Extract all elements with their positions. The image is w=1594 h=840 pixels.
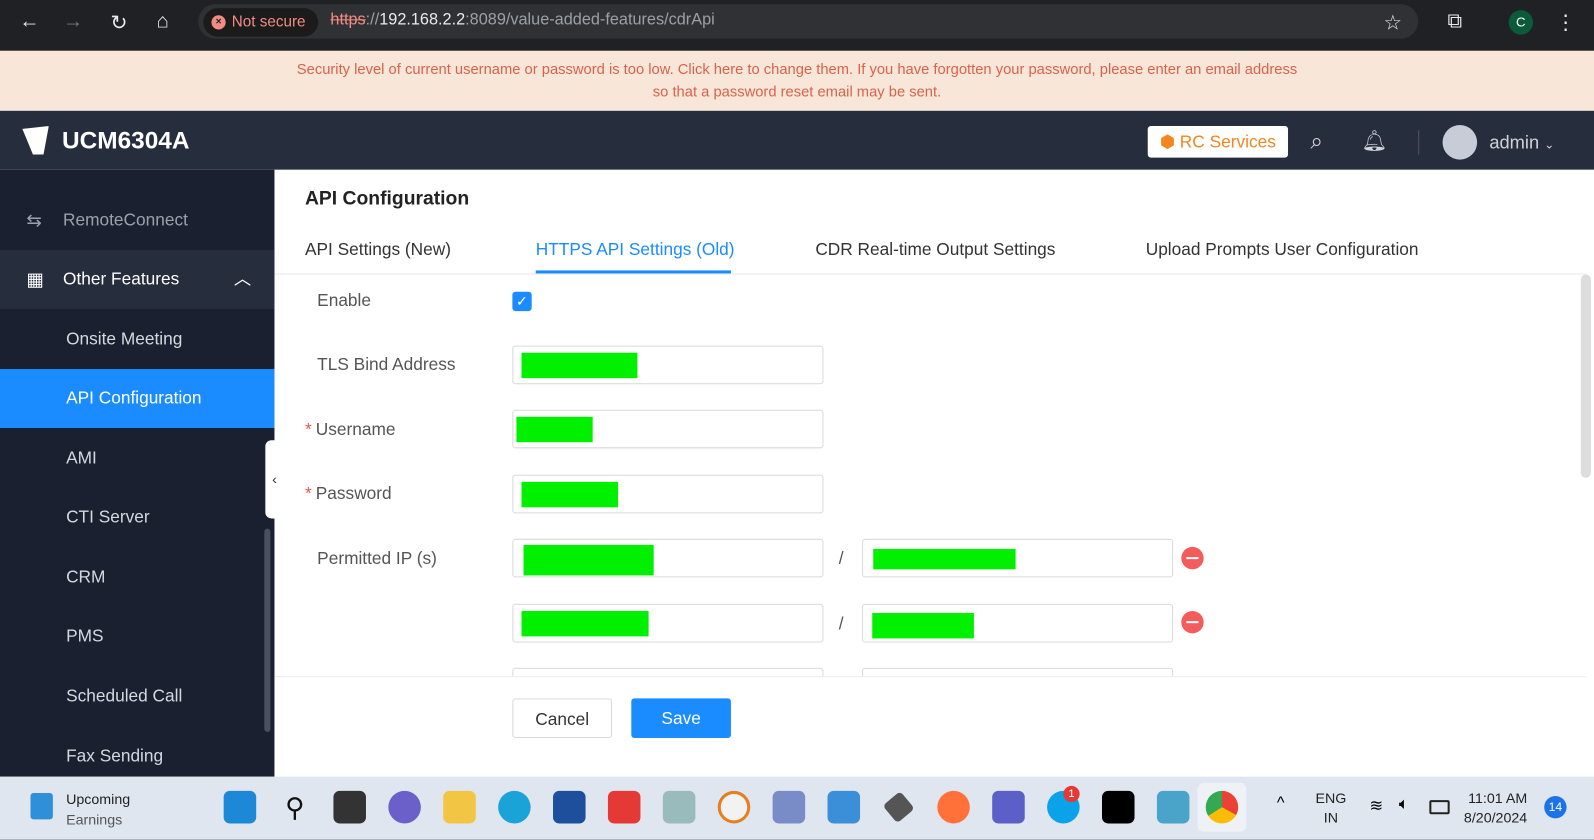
password-label: * Password [304,483,392,504]
sidebar-item-other-features[interactable]: ▦ Other Features ︿ [0,250,275,310]
chat-icon[interactable] [388,790,421,824]
menu-icon[interactable]: ⋮ [1550,10,1580,35]
remove-ip-icon[interactable] [1181,610,1204,634]
sidebar-item-crm[interactable]: CRM [0,548,274,607]
search-icon[interactable]: ⚲ [279,791,312,824]
skype-badge: 1 [1063,785,1080,803]
battery-icon[interactable] [1429,800,1450,815]
notepad-icon[interactable] [1156,790,1190,824]
forward-icon[interactable]: → [58,10,88,33]
security-chip[interactable]: × Not secure [203,8,318,37]
notification-badge[interactable]: 14 [1544,795,1567,819]
vpn-icon[interactable] [717,790,751,824]
warning-icon: × [211,15,226,30]
stocks-widget-icon[interactable] [30,792,53,820]
remote-icon: ⇆ [26,210,42,231]
remove-ip-icon[interactable] [1181,546,1204,570]
ip-mask-separator: / [838,614,844,634]
edge-icon[interactable] [498,790,531,824]
tab-https-api-settings-old[interactable]: HTTPS API Settings (Old) [536,240,735,260]
cancel-button[interactable]: Cancel [512,698,612,739]
chevron-up-icon: ︿ [233,269,252,289]
avatar[interactable] [1442,125,1478,160]
sidebar-item-onsite-meeting[interactable]: Onsite Meeting [0,310,274,369]
profile-avatar[interactable]: C [1508,10,1534,35]
clock[interactable]: 11:01 AM 8/20/2024 [1464,789,1527,828]
sidebar-item-cti-server[interactable]: CTI Server [0,488,274,547]
file-explorer-icon[interactable] [443,790,476,824]
teams-icon[interactable] [992,790,1025,824]
search-icon[interactable]: ⌕ [1310,128,1323,154]
grid-icon: ▦ [26,269,44,290]
volume-icon[interactable]: 🔈︎ [1399,796,1409,814]
app-header [0,110,1594,170]
home-icon[interactable]: ⌂ [147,10,177,33]
divider [1418,130,1420,155]
sidebar-item-remoteconnect[interactable]: ⇆ RemoteConnect [0,191,274,250]
sidebar-item-api-configuration[interactable]: API Configuration [0,369,275,428]
username-input[interactable] [512,409,824,449]
network-icon[interactable] [772,790,806,824]
sidebar-item-pms[interactable]: PMS [0,607,274,666]
back-icon[interactable]: ← [14,10,44,33]
sidebar-item-scheduled-call[interactable]: Scheduled Call [0,667,274,726]
language-indicator[interactable]: ENG IN [1315,789,1346,828]
app-icon[interactable] [827,790,861,824]
tls-bind-address-input[interactable] [512,345,824,385]
save-button[interactable]: Save [631,698,731,739]
brand-name: UCM6304A [62,127,190,155]
permitted-mask-input[interactable] [862,603,1174,643]
password-input[interactable] [512,474,824,514]
extensions-icon[interactable]: ⧉ [1440,10,1470,33]
grandstream-icon[interactable] [1101,790,1135,824]
chevron-down-icon: ⌄ [1544,137,1555,152]
form-footer [274,676,1586,778]
user-menu[interactable]: admin ⌄ [1489,132,1554,153]
security-app-icon[interactable] [662,790,696,824]
rc-icon: ⬢ [1159,132,1180,152]
wifi-icon[interactable]: ≋ [1369,796,1383,816]
permitted-mask-input[interactable] [862,538,1174,578]
reload-icon[interactable]: ↻ [104,10,134,35]
anydesk-icon[interactable] [607,790,641,824]
permitted-ip-label: Permitted IP (s) [317,548,437,569]
content-scrollbar[interactable] [1580,274,1591,478]
sidebar-scrollbar[interactable] [264,528,271,732]
task-view-icon[interactable] [333,790,366,824]
divider [274,273,1586,275]
windows-start-icon[interactable] [223,790,257,824]
bell-icon[interactable]: 🔔︎ [1361,128,1387,153]
rc-services-button[interactable]: ⬢ RC Services [1147,126,1289,158]
chevron-up-icon[interactable]: ^ [1277,795,1285,813]
page-title: API Configuration [304,188,470,210]
store-icon[interactable] [553,790,586,824]
collapse-sidebar-button[interactable]: ‹ [265,440,284,519]
permitted-ip-input[interactable] [512,603,824,643]
tab-api-settings-new[interactable]: API Settings (New) [305,240,451,260]
enable-checkbox[interactable]: ✓ [512,291,532,312]
tab-upload-prompts[interactable]: Upload Prompts User Configuration [1146,240,1419,260]
tls-bind-address-label: TLS Bind Address [317,354,456,375]
url-text[interactable]: https://192.168.2.2:8089/value-added-fea… [330,11,714,29]
sidebar-item-ami[interactable]: AMI [0,429,274,488]
firefox-icon[interactable] [937,790,970,824]
security-banner[interactable]: Security level of current username or pa… [0,50,1594,111]
username-label: * Username [304,419,396,440]
tab-cdr-realtime-output[interactable]: CDR Real-time Output Settings [815,240,1055,260]
widget-text[interactable]: Upcoming Earnings [66,789,130,830]
ip-mask-separator: / [838,548,844,569]
permitted-ip-input[interactable] [512,538,824,578]
bookmark-star-icon[interactable]: ☆ [1377,10,1407,35]
chrome-icon[interactable] [1205,790,1239,824]
enable-label: Enable [317,290,371,311]
